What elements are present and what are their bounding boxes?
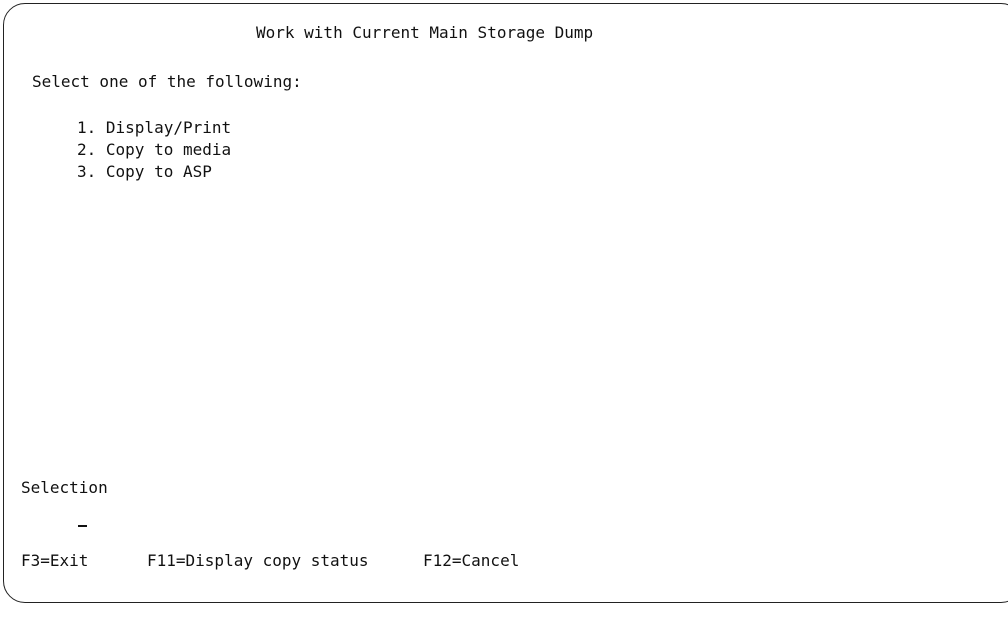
selection-prompt: Select one of the following: [32,72,302,91]
selection-label: Selection [21,478,108,497]
function-key-bar: F3=Exit F11=Display copy status F12=Canc… [21,550,519,572]
selection-input[interactable] [77,506,89,526]
option-copy-to-asp: 3. Copy to ASP [77,162,212,181]
f11-display-copy-status-key[interactable]: F11=Display copy status [147,550,369,572]
f12-cancel-key[interactable]: F12=Cancel [423,550,519,572]
f3-exit-key[interactable]: F3=Exit [21,550,88,572]
terminal-screen [3,3,1008,603]
selection-field-underline [78,525,87,527]
screen-title: Work with Current Main Storage Dump [256,23,594,42]
option-copy-to-media: 2. Copy to media [77,140,232,159]
option-display-print: 1. Display/Print [77,118,232,137]
